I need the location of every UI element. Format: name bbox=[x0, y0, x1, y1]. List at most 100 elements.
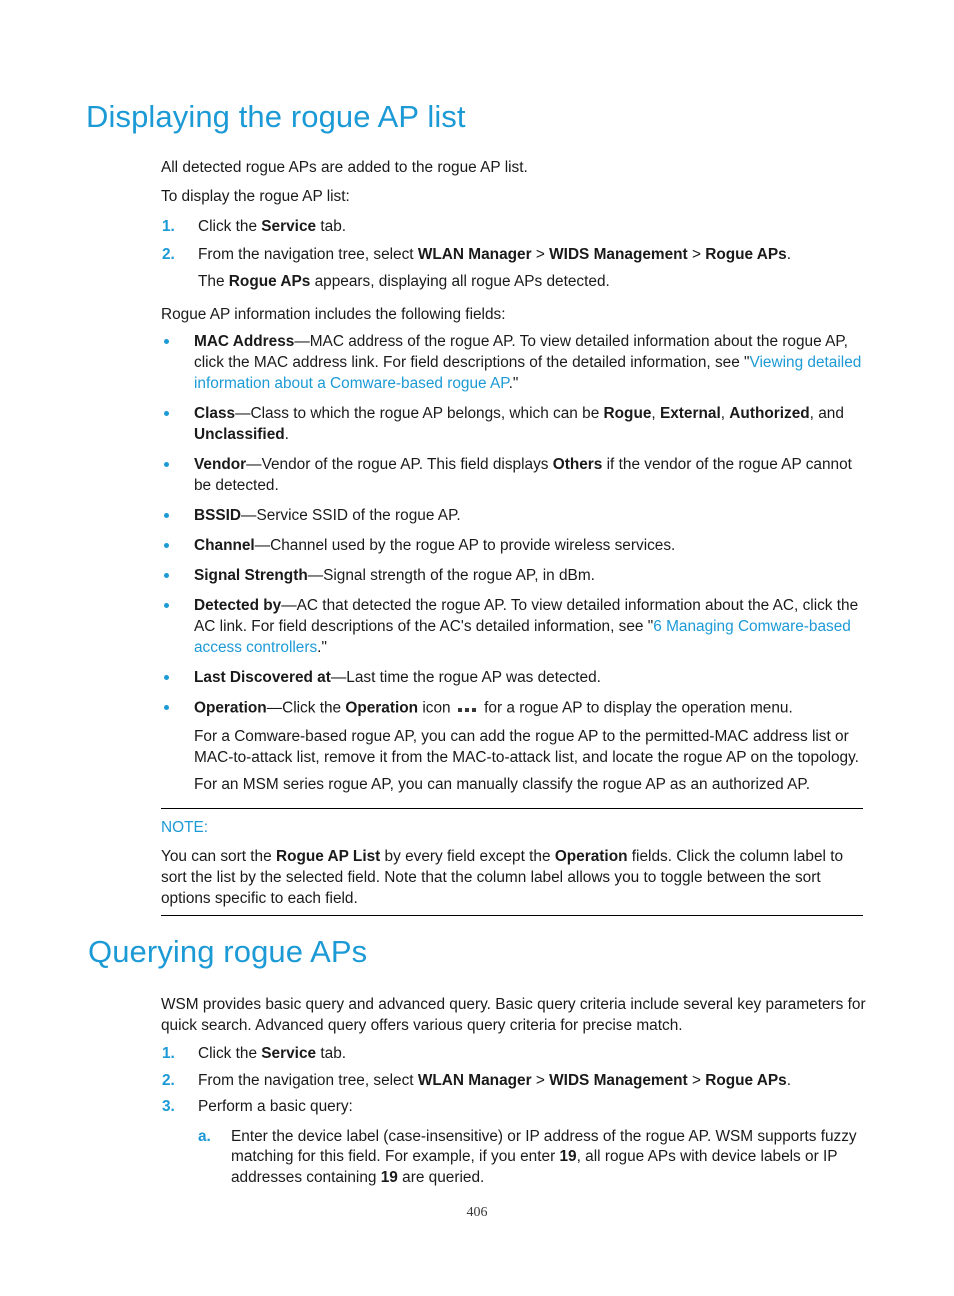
query-step-marker-1: 1. bbox=[162, 1045, 175, 1062]
query-step-bold-wlan-manager: WLAN Manager bbox=[417, 1071, 532, 1089]
class-sep-2: , bbox=[720, 405, 730, 422]
field-desc-class-1: Class to which the rogue AP belongs, whi… bbox=[250, 405, 604, 422]
bullet-icon bbox=[164, 462, 169, 467]
field-desc-vendor-1: Vendor of the rogue AP. This field displ… bbox=[261, 456, 553, 473]
step-marker-2: 2. bbox=[162, 245, 175, 263]
field-dash: — bbox=[307, 567, 324, 584]
bullet-icon bbox=[164, 675, 169, 680]
field-item-bssid: BSSID—Service SSID of the rogue AP. bbox=[161, 505, 866, 526]
fields-lead-paragraph: Rogue AP information includes the follow… bbox=[161, 306, 506, 323]
step-bold-wids-management: WIDS Management bbox=[549, 245, 688, 263]
field-term-last-discovered-at: Last Discovered at bbox=[194, 669, 331, 686]
step-bold-wlan-manager: WLAN Manager bbox=[417, 245, 532, 263]
query-step-item-3: 3. Perform a basic query: a. Enter the d… bbox=[161, 1097, 866, 1188]
class-value-unclassified: Unclassified bbox=[194, 426, 285, 443]
class-sep-1: , bbox=[651, 405, 660, 422]
field-item-mac-address: MAC Address—MAC address of the rogue AP.… bbox=[161, 331, 866, 394]
querying-intro-paragraph: WSM provides basic query and advanced qu… bbox=[161, 996, 866, 1034]
note-box: NOTE: You can sort the Rogue AP List by … bbox=[161, 808, 863, 916]
field-term-class: Class bbox=[194, 405, 236, 422]
class-value-external: External bbox=[659, 405, 721, 422]
field-term-detected-by: Detected by bbox=[194, 597, 282, 614]
query-substep-marker-a: a. bbox=[198, 1127, 211, 1145]
note-text-1: You can sort the bbox=[161, 848, 276, 865]
step-bold-service: Service bbox=[261, 218, 317, 235]
field-item-vendor: Vendor—Vendor of the rogue AP. This fiel… bbox=[161, 454, 866, 496]
query-step-bold-service: Service bbox=[261, 1045, 317, 1062]
operation-paragraph-msm: For an MSM series rogue AP, you can manu… bbox=[194, 776, 810, 793]
step-item-2: 2. From the navigation tree, select WLAN… bbox=[161, 245, 866, 293]
field-item-detected-by: Detected by—AC that detected the rogue A… bbox=[161, 595, 866, 658]
bullet-icon bbox=[164, 573, 169, 578]
field-dash: — bbox=[266, 699, 283, 717]
intro-paragraph-1: All detected rogue APs are added to the … bbox=[161, 159, 528, 176]
vendor-value-others: Others bbox=[552, 456, 603, 473]
field-desc-class-2: . bbox=[284, 426, 289, 443]
field-term-channel: Channel bbox=[194, 537, 255, 554]
query-step-text-3: Perform a basic query: bbox=[198, 1098, 353, 1115]
class-value-authorized: Authorized bbox=[729, 405, 810, 422]
operation-bold-label: Operation bbox=[345, 699, 419, 717]
bullet-icon bbox=[164, 513, 169, 518]
field-item-signal-strength: Signal Strength—Signal strength of the r… bbox=[161, 565, 866, 586]
query-step-marker-2: 2. bbox=[162, 1071, 175, 1089]
field-desc-operation-2: icon bbox=[418, 699, 455, 717]
field-desc-last-discovered-at: Last time the rogue AP was detected. bbox=[346, 669, 601, 686]
field-item-class: Class—Class to which the rogue AP belong… bbox=[161, 403, 866, 445]
note-body: You can sort the Rogue AP List by every … bbox=[161, 846, 863, 909]
step-2-result-paragraph: The Rogue APs appears, displaying all ro… bbox=[198, 272, 866, 293]
query-step-marker-3: 3. bbox=[162, 1098, 175, 1115]
query-step-text-2a: From the navigation tree, select bbox=[198, 1071, 418, 1089]
field-item-operation: Operation—Click the Operation icon for a… bbox=[161, 697, 866, 796]
class-value-rogue: Rogue bbox=[603, 405, 652, 422]
page-title-querying-rogue-aps: Querying rogue APs bbox=[88, 934, 368, 969]
result-bold-rogue-aps: Rogue APs bbox=[228, 273, 311, 290]
step-text-2b: . bbox=[786, 245, 792, 263]
bullet-icon bbox=[164, 339, 169, 344]
field-dash: — bbox=[241, 507, 257, 524]
query-step-sep-2a: > bbox=[531, 1071, 550, 1089]
query-step-item-2: 2. From the navigation tree, select WLAN… bbox=[161, 1071, 866, 1092]
field-term-vendor: Vendor bbox=[194, 456, 247, 473]
field-dash: — bbox=[254, 537, 271, 554]
step-sep-2b: > bbox=[687, 245, 706, 263]
query-example-value-1: 19 bbox=[559, 1148, 577, 1165]
page-title-displaying-rogue-ap-list: Displaying the rogue AP list bbox=[86, 99, 466, 134]
note-label: NOTE: bbox=[161, 819, 209, 836]
query-step-item-1: 1. Click the Service tab. bbox=[161, 1044, 866, 1065]
bullet-icon bbox=[164, 705, 169, 710]
query-step-text-1b: tab. bbox=[316, 1045, 347, 1062]
field-desc-bssid: Service SSID of the rogue AP. bbox=[256, 507, 461, 524]
field-item-last-discovered-at: Last Discovered at—Last time the rogue A… bbox=[161, 667, 866, 688]
note-bold-rogue-ap-list: Rogue AP List bbox=[275, 848, 381, 865]
field-term-signal-strength: Signal Strength bbox=[194, 567, 308, 584]
rogue-ap-fields-list: MAC Address—MAC address of the rogue AP.… bbox=[161, 331, 866, 800]
step-text-1a: Click the bbox=[198, 218, 262, 235]
query-substep-item-a: a. Enter the device label (case-insensit… bbox=[198, 1127, 866, 1189]
field-item-channel: Channel—Channel used by the rogue AP to … bbox=[161, 535, 866, 556]
field-term-operation: Operation bbox=[194, 699, 267, 717]
intro-paragraph-2: To display the rogue AP list: bbox=[161, 188, 350, 205]
bullet-icon bbox=[164, 411, 169, 416]
field-dash: — bbox=[330, 669, 347, 686]
field-desc-operation-1: Click the bbox=[282, 699, 346, 717]
steps-list-displaying: 1. Click the Service tab. 2. From the na… bbox=[161, 217, 866, 300]
field-desc-channel: Channel used by the rogue AP to provide … bbox=[270, 537, 676, 554]
query-step-bold-wids-management: WIDS Management bbox=[549, 1071, 688, 1089]
step-item-1: 1. Click the Service tab. bbox=[161, 217, 866, 238]
query-step-text-2b: . bbox=[786, 1071, 792, 1089]
field-term-bssid: BSSID bbox=[194, 507, 242, 524]
result-text-a: The bbox=[198, 273, 229, 290]
field-desc-operation-3: for a rogue AP to display the operation … bbox=[479, 699, 793, 717]
query-step-text-1a: Click the bbox=[198, 1045, 262, 1062]
step-text-2a: From the navigation tree, select bbox=[198, 245, 418, 263]
step-sep-2a: > bbox=[531, 245, 550, 263]
document-page: Displaying the rogue AP list All detecte… bbox=[0, 0, 954, 1296]
operation-paragraph-comware: For a Comware-based rogue AP, you can ad… bbox=[194, 728, 859, 766]
query-step-sep-2b: > bbox=[687, 1071, 706, 1089]
field-desc-mac-address-2: ." bbox=[508, 375, 519, 392]
bullet-icon bbox=[164, 543, 169, 548]
result-text-b: appears, displaying all rogue APs detect… bbox=[310, 273, 610, 290]
step-marker-1: 1. bbox=[162, 218, 175, 235]
step-bold-rogue-aps: Rogue APs bbox=[705, 245, 787, 263]
